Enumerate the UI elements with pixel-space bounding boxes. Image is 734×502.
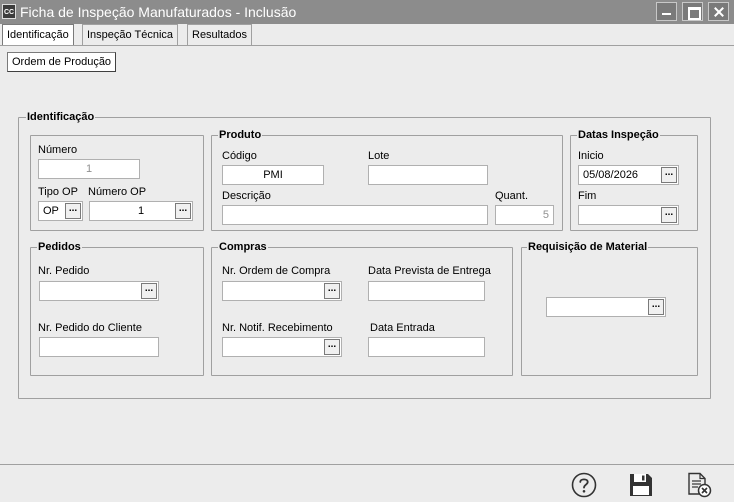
descricao-label: Descrição [222, 190, 271, 202]
footer-divider [0, 464, 734, 465]
title-bar: CC Ficha de Inspeção Manufaturados - Inc… [0, 0, 734, 24]
window-title: Ficha de Inspeção Manufaturados - Inclus… [20, 4, 297, 20]
datas-inspecao-legend: Datas Inspeção [577, 129, 660, 141]
lote-label: Lote [368, 150, 390, 162]
pedidos-legend: Pedidos [37, 241, 82, 253]
close-button[interactable] [708, 2, 729, 21]
identificacao-outer-legend: Identificação [26, 111, 96, 123]
quant-field[interactable]: 5 [495, 205, 554, 225]
maximize-button[interactable] [682, 2, 703, 21]
numero-op-label: Número OP [88, 186, 147, 198]
nr-ordem-compra-lookup-button[interactable]: ... [324, 283, 340, 299]
codigo-field[interactable]: PMI [222, 165, 324, 185]
save-icon[interactable] [628, 472, 654, 498]
subtab-ordem-producao[interactable]: Ordem de Produção [7, 52, 117, 72]
help-icon[interactable] [571, 472, 597, 498]
tab-divider [0, 45, 734, 46]
tipo-op-lookup-button[interactable]: ... [65, 203, 81, 219]
numero-label: Número [38, 144, 78, 156]
tab-resultados[interactable]: Resultados [187, 24, 253, 46]
nr-pedido-lookup-button[interactable]: ... [141, 283, 157, 299]
lote-field[interactable] [368, 165, 488, 185]
codigo-label: Código [222, 150, 257, 162]
nr-pedido-label: Nr. Pedido [38, 265, 90, 277]
compras-legend: Compras [218, 241, 268, 253]
nr-notif-lookup-button[interactable]: ... [324, 339, 340, 355]
data-entrada-field[interactable] [368, 337, 485, 357]
quant-label: Quant. [495, 190, 529, 202]
cancel-document-icon[interactable] [686, 472, 712, 498]
nr-notif-label: Nr. Notif. Recebimento [222, 322, 333, 334]
inicio-label: Inicio [578, 150, 604, 162]
produto-legend: Produto [218, 129, 263, 141]
tab-inspecao-tecnica[interactable]: Inspeção Técnica [82, 24, 179, 46]
descricao-field[interactable] [222, 205, 488, 225]
data-entrada-label: Data Entrada [370, 322, 435, 334]
data-prevista-field[interactable] [368, 281, 485, 301]
nr-ordem-compra-label: Nr. Ordem de Compra [222, 265, 331, 277]
requisicao-lookup-button[interactable]: ... [648, 299, 664, 315]
tab-identificacao[interactable]: Identificação [2, 24, 74, 46]
numero-field[interactable]: 1 [38, 159, 140, 179]
nr-pedido-cliente-label: Nr. Pedido do Cliente [38, 322, 142, 334]
minimize-button[interactable] [656, 2, 677, 21]
numero-op-lookup-button[interactable]: ... [175, 203, 191, 219]
data-prevista-label: Data Prevista de Entrega [368, 265, 491, 277]
app-icon: CC [2, 4, 16, 19]
tipo-op-label: Tipo OP [38, 186, 78, 198]
nr-pedido-cliente-field[interactable] [39, 337, 159, 357]
fim-label: Fim [578, 190, 597, 202]
requisicao-legend: Requisição de Material [527, 241, 649, 253]
inicio-date-picker-button[interactable]: ... [661, 167, 677, 183]
fim-date-picker-button[interactable]: ... [661, 207, 677, 223]
